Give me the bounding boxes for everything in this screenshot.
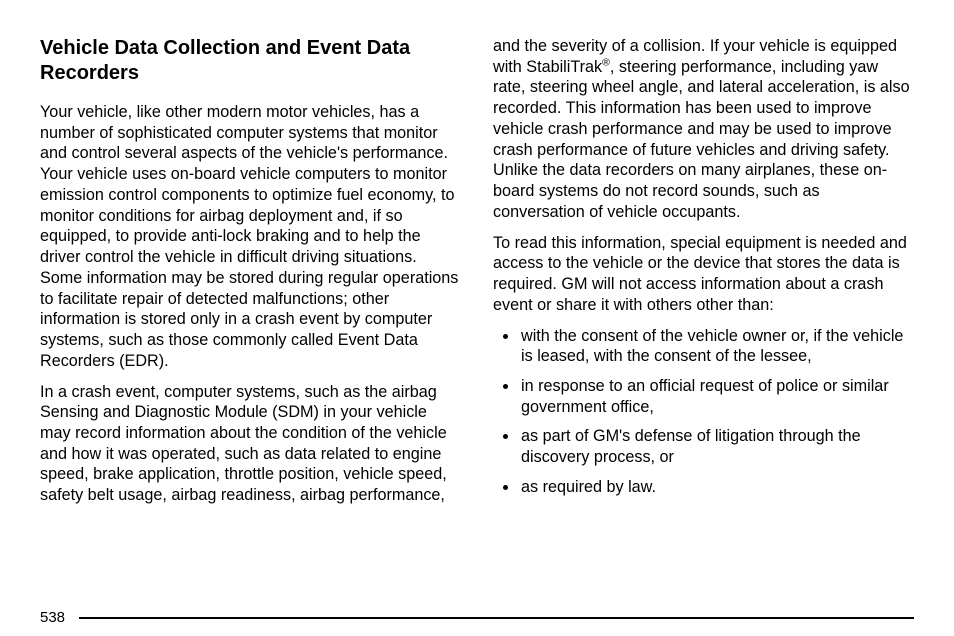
text-run: , steering performance, including yaw ra… xyxy=(493,58,910,221)
document-page: Vehicle Data Collection and Event Data R… xyxy=(0,0,954,636)
left-column: Vehicle Data Collection and Event Data R… xyxy=(40,36,461,516)
list-item: as part of GM's defense of litigation th… xyxy=(519,426,914,467)
right-column: and the severity of a collision. If your… xyxy=(493,36,914,516)
footer-rule xyxy=(79,617,914,619)
page-number: 538 xyxy=(40,609,79,626)
bullet-list: with the consent of the vehicle owner or… xyxy=(493,326,914,498)
registered-trademark-symbol: ® xyxy=(602,56,610,68)
list-item: in response to an official request of po… xyxy=(519,376,914,417)
section-heading: Vehicle Data Collection and Event Data R… xyxy=(40,36,461,86)
body-paragraph: and the severity of a collision. If your… xyxy=(493,36,914,223)
body-paragraph: In a crash event, computer systems, such… xyxy=(40,382,461,506)
body-paragraph: To read this information, special equipm… xyxy=(493,233,914,316)
page-footer: 538 xyxy=(40,609,914,626)
two-column-layout: Vehicle Data Collection and Event Data R… xyxy=(40,36,914,516)
body-paragraph: Your vehicle, like other modern motor ve… xyxy=(40,102,461,372)
list-item: as required by law. xyxy=(519,477,914,498)
list-item: with the consent of the vehicle owner or… xyxy=(519,326,914,367)
